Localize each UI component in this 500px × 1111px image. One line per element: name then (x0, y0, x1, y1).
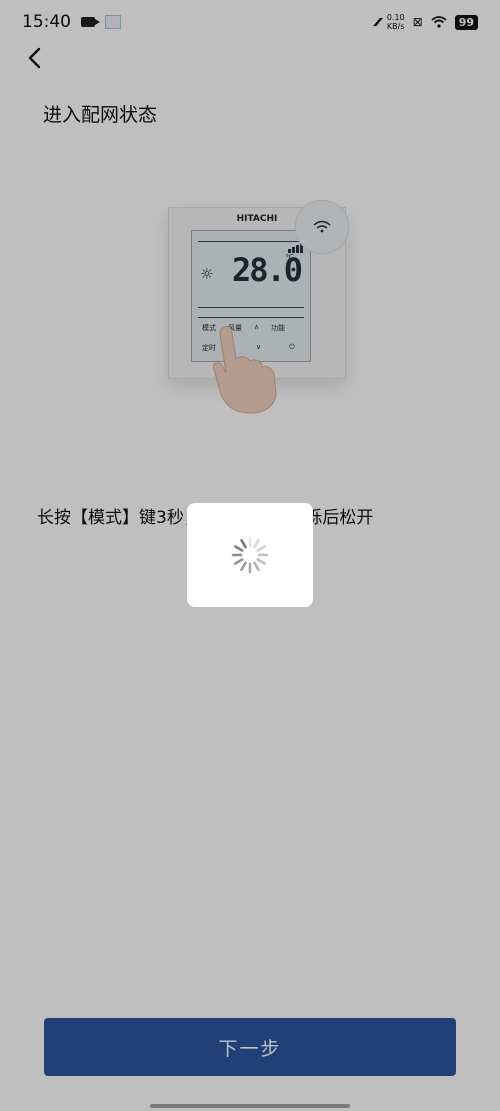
home-indicator[interactable] (150, 1104, 350, 1108)
loading-spinner-icon (231, 536, 269, 574)
loading-dialog (187, 503, 313, 607)
